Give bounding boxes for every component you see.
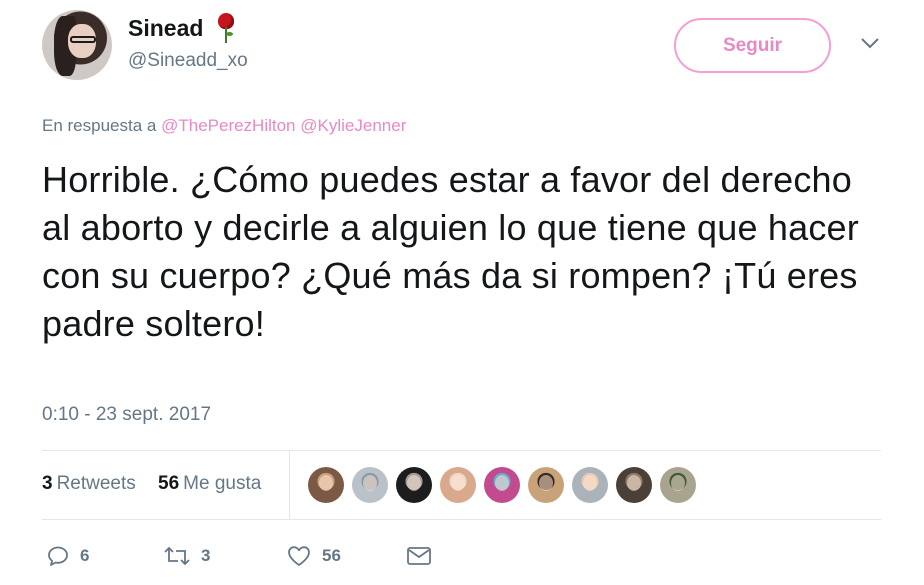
liker-avatar[interactable]: [660, 467, 696, 503]
reply-context: En respuesta a @ThePerezHilton @KylieJen…: [42, 116, 406, 136]
retweets-stat[interactable]: 3 Retweets: [42, 473, 136, 495]
retweets-count: 3: [42, 473, 53, 494]
likes-count: 56: [158, 473, 180, 494]
retweet-button[interactable]: 3: [163, 540, 210, 572]
liker-avatars: [308, 467, 696, 503]
divider: [42, 519, 881, 520]
liker-avatar[interactable]: [396, 467, 432, 503]
liker-avatar[interactable]: [528, 467, 564, 503]
heart-icon: [288, 546, 310, 566]
display-name-row[interactable]: Sinead: [128, 12, 248, 44]
tweet-header: Sinead @Sineadd_xo Seguir: [42, 10, 882, 82]
user-name-block: Sinead @Sineadd_xo: [128, 12, 248, 72]
mention-link[interactable]: @KylieJenner: [300, 116, 406, 135]
liker-avatar[interactable]: [572, 467, 608, 503]
retweet-icon: [164, 546, 190, 566]
tweet-actions: 6 3 56: [42, 540, 462, 572]
liker-avatar[interactable]: [352, 467, 388, 503]
envelope-icon: [407, 547, 431, 565]
rose-icon: [215, 13, 237, 43]
user-handle[interactable]: @Sineadd_xo: [128, 50, 248, 72]
user-avatar[interactable]: [42, 10, 112, 80]
reply-prefix: En respuesta a: [42, 116, 157, 135]
like-button[interactable]: 56: [286, 540, 341, 572]
tweet-stats: 3 Retweets 56 Me gusta: [42, 451, 881, 519]
reply-bubble-icon: [48, 546, 68, 566]
stats-separator: [289, 451, 290, 519]
display-name[interactable]: Sinead: [128, 15, 203, 42]
mention-link[interactable]: @ThePerezHilton: [161, 116, 295, 135]
retweet-count: 3: [201, 546, 211, 565]
tweet-text: Horrible. ¿Cómo puedes estar a favor del…: [42, 159, 859, 344]
tweet-timestamp[interactable]: 0:10 - 23 sept. 2017: [42, 404, 211, 426]
retweets-label: Retweets: [56, 473, 136, 494]
liker-avatar[interactable]: [308, 467, 344, 503]
reply-button[interactable]: 6: [46, 540, 89, 572]
reply-count: 6: [80, 546, 90, 565]
follow-button[interactable]: Seguir: [674, 18, 831, 73]
liker-avatar[interactable]: [440, 467, 476, 503]
like-count: 56: [322, 546, 341, 565]
chevron-down-icon[interactable]: [860, 36, 880, 50]
liker-avatar[interactable]: [616, 467, 652, 503]
likes-label: Me gusta: [183, 473, 262, 494]
liker-avatar[interactable]: [484, 467, 520, 503]
direct-message-button[interactable]: [406, 540, 432, 572]
likes-stat[interactable]: 56 Me gusta: [158, 473, 261, 495]
